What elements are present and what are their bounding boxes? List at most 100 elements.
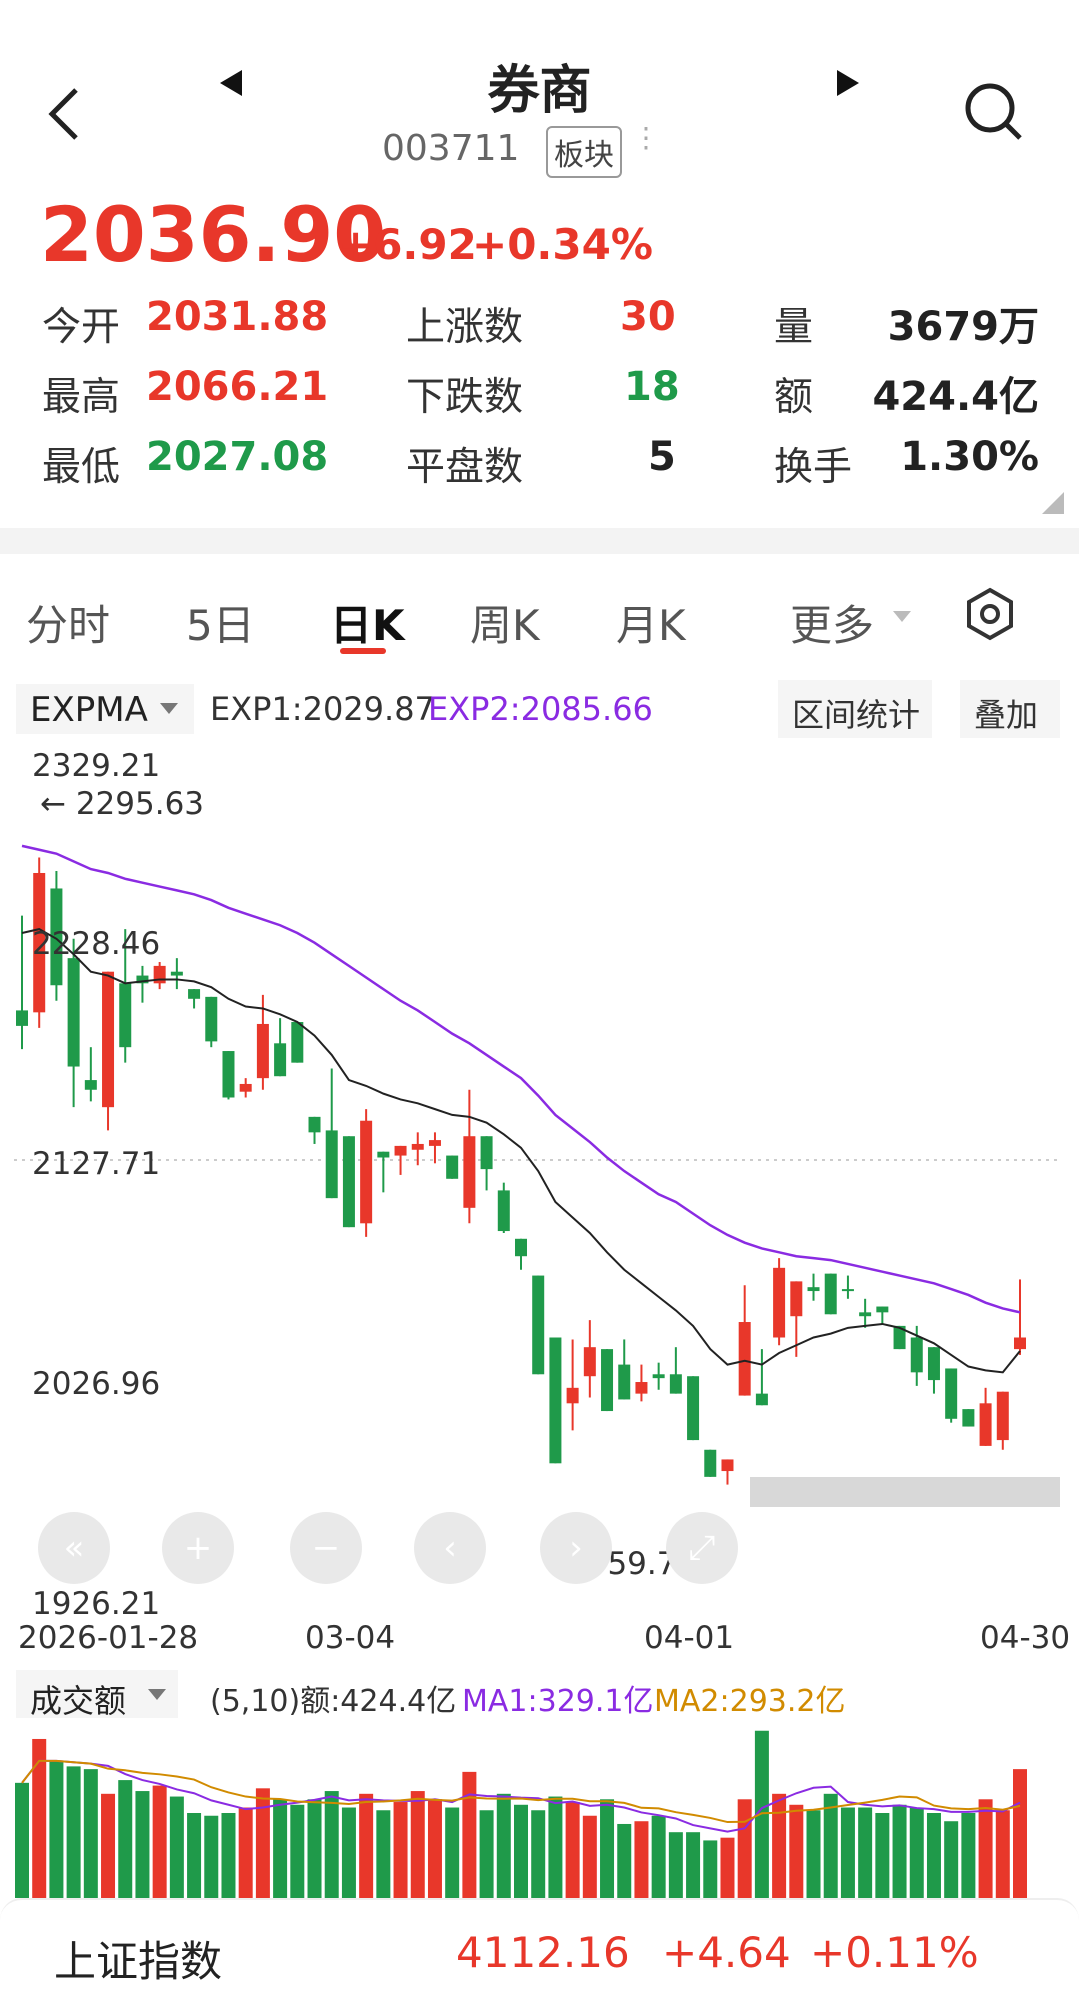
volume-bar	[995, 1810, 1010, 1898]
candle-body	[188, 989, 201, 999]
candle-body	[738, 1322, 751, 1396]
volume-bar	[290, 1804, 305, 1898]
volume-params: (5,10)额:424.4亿	[210, 1684, 457, 1719]
indicator-dropdown-icon	[160, 700, 178, 719]
candle-body	[927, 1347, 940, 1381]
flat-count-label: 平盘数	[406, 445, 524, 490]
tab-monthly-k[interactable]: 月K	[616, 592, 686, 653]
candle-body	[446, 1155, 459, 1179]
candle-body	[102, 971, 115, 1108]
volume-value: 3679万	[887, 304, 1039, 350]
volume-bar	[823, 1793, 838, 1898]
candle-body	[876, 1306, 889, 1313]
turnover-value: 1.30%	[900, 434, 1039, 480]
volume-bar	[892, 1804, 907, 1898]
price-change-pct: +0.34%	[472, 220, 653, 269]
search-icon[interactable]	[962, 80, 1026, 148]
low-label: 最低	[42, 445, 121, 490]
volume-bar	[393, 1802, 408, 1898]
indicator-name: EXPMA	[30, 690, 148, 730]
volume-bar	[135, 1791, 150, 1898]
rewind-button[interactable]: «	[38, 1512, 110, 1584]
tab-more-dropdown-icon[interactable]	[893, 608, 911, 627]
candle-body	[687, 1376, 700, 1441]
candle-body	[84, 1080, 97, 1090]
open-label: 今开	[42, 305, 121, 350]
tab-5day[interactable]: 5日	[186, 592, 255, 653]
candle-body	[274, 1043, 287, 1077]
page-title: 券商	[487, 61, 592, 121]
volume-bar	[427, 1799, 442, 1898]
volume-bar	[255, 1788, 270, 1898]
volume-bar	[66, 1766, 81, 1898]
volume-bar	[686, 1832, 701, 1898]
candle-body	[841, 1289, 854, 1292]
volume-bar	[341, 1807, 356, 1898]
up-count-value: 30	[620, 294, 676, 340]
exp2-readout: EXP2:2085.66	[428, 690, 653, 728]
settings-hex-icon[interactable]	[962, 586, 1018, 646]
volume-bar	[548, 1796, 563, 1898]
sector-badge[interactable]: 板块	[546, 126, 622, 178]
tab-daily-k[interactable]: 日K	[330, 592, 405, 653]
candle-body	[910, 1337, 923, 1373]
volume-bar	[978, 1799, 993, 1898]
volume-bar	[462, 1771, 477, 1898]
down-count-label: 下跌数	[406, 375, 524, 420]
volume-bar	[49, 1760, 64, 1898]
candle-body	[222, 1051, 235, 1098]
date-axis-3: 04-30	[980, 1620, 1071, 1656]
volume-bar	[83, 1769, 98, 1898]
volume-bar	[789, 1804, 804, 1898]
volume-bar	[445, 1807, 460, 1898]
volume-bar	[600, 1799, 615, 1898]
volume-bar	[15, 1782, 29, 1898]
candle-body	[239, 1083, 252, 1092]
candle-body	[669, 1374, 682, 1394]
candle-body	[67, 958, 80, 1067]
flat-count-value: 5	[648, 434, 676, 480]
expand-corner-icon[interactable]	[1042, 492, 1064, 518]
price-axis-l4: 2026.96	[32, 1366, 161, 1402]
volume-bar	[514, 1804, 528, 1898]
candle-body	[618, 1364, 631, 1400]
high-value: 2066.21	[146, 364, 329, 410]
candle-body	[480, 1136, 493, 1170]
zoom-in-button[interactable]: +	[162, 1512, 234, 1584]
zoom-out-button[interactable]: −	[290, 1512, 362, 1584]
range-stats-label: 区间统计	[792, 696, 921, 734]
candle-body	[859, 1312, 872, 1317]
volume-bar	[324, 1791, 339, 1898]
volume-indicator-name: 成交额	[30, 1682, 127, 1720]
next-sector-icon[interactable]	[835, 68, 861, 102]
index-change: +4.64	[662, 1928, 791, 1977]
price-axis-bottom: 1926.21	[32, 1586, 161, 1622]
candle-body	[515, 1238, 527, 1257]
candle-body	[411, 1143, 424, 1150]
candle-body	[291, 1022, 304, 1063]
more-dots-icon[interactable]: ⋮	[632, 124, 660, 152]
tab-active-indicator	[340, 648, 386, 654]
volume-bar	[204, 1815, 219, 1898]
fullscreen-button[interactable]: ⤢	[666, 1512, 738, 1584]
volume-bar	[772, 1793, 787, 1898]
pan-left-button[interactable]: ‹	[414, 1512, 486, 1584]
tab-intraday[interactable]: 分时	[26, 592, 110, 653]
candle-body	[549, 1337, 562, 1464]
low-value: 2027.08	[146, 434, 329, 480]
tab-more[interactable]: 更多	[790, 592, 874, 653]
volume-ma1: MA1:329.1亿	[462, 1684, 654, 1719]
volume-bar	[720, 1837, 735, 1898]
candle-body	[601, 1349, 614, 1412]
candle-body	[652, 1374, 665, 1379]
candle-body	[755, 1393, 768, 1406]
volume-bar	[32, 1738, 47, 1898]
volume-chart[interactable]	[0, 1720, 1079, 1900]
volume-bar	[909, 1807, 924, 1898]
exp1-readout: EXP1:2029.87	[210, 690, 435, 728]
pan-right-button[interactable]: ›	[540, 1512, 612, 1584]
tab-weekly-k[interactable]: 周K	[470, 592, 540, 653]
candle-body	[773, 1267, 786, 1338]
volume-bar	[496, 1793, 511, 1898]
kline-chart[interactable]	[0, 740, 1079, 1740]
